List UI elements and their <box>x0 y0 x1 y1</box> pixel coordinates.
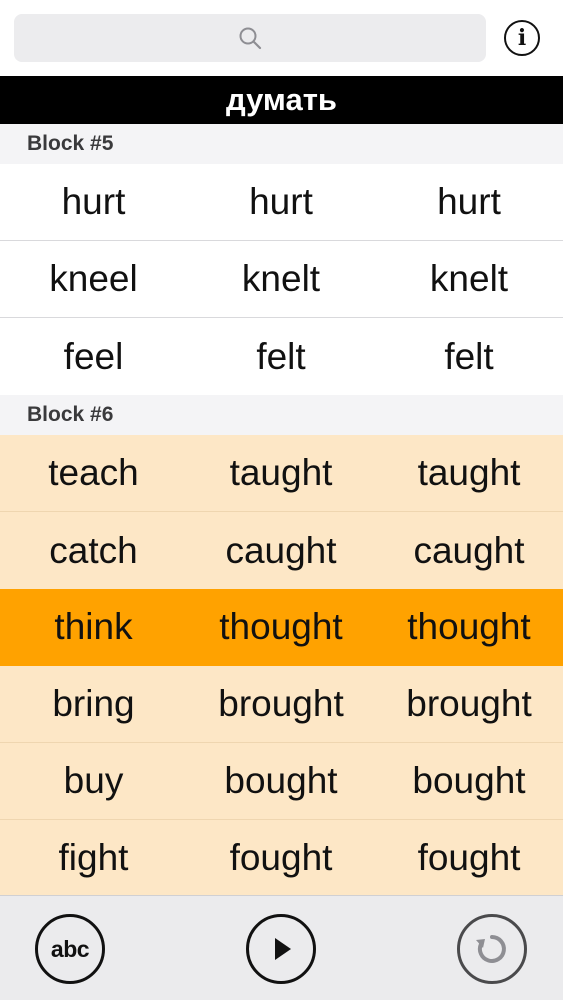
abc-label: abc <box>50 935 90 962</box>
table-row[interactable]: kneel knelt knelt <box>0 241 563 318</box>
section-label: Block #6 <box>27 403 114 426</box>
verb-past-participle: fought <box>417 837 521 878</box>
section-header-block-6: Block #6 <box>0 395 563 435</box>
table-row[interactable]: fight fought fought <box>0 820 563 897</box>
word-title: думать <box>0 76 563 124</box>
verb-infinitive: catch <box>49 529 138 571</box>
verb-infinitive: hurt <box>61 181 126 222</box>
table-row[interactable]: teach taught taught <box>0 435 563 512</box>
verb-infinitive: teach <box>48 452 139 493</box>
table-row-selected[interactable]: think thought thought <box>0 589 563 666</box>
reset-icon <box>476 935 506 963</box>
info-icon: i <box>517 25 527 51</box>
verb-past-simple: hurt <box>249 181 313 222</box>
verb-past-simple: bought <box>224 760 338 801</box>
bottom-toolbar: abc <box>0 895 563 1000</box>
verb-past-participle: felt <box>444 335 494 377</box>
verb-past-participle: hurt <box>437 181 501 222</box>
verb-past-participle: taught <box>417 452 521 493</box>
play-icon <box>275 938 291 960</box>
table-row[interactable]: bring brought brought <box>0 666 563 743</box>
verb-past-simple: felt <box>256 335 306 377</box>
verb-list: Block #5 hurt hurt hurt kneel knelt knel… <box>0 124 563 897</box>
verb-infinitive: buy <box>63 760 124 801</box>
table-row[interactable]: hurt hurt hurt <box>0 164 563 241</box>
verb-past-simple: caught <box>225 529 337 571</box>
verb-infinitive: kneel <box>49 258 138 299</box>
verb-past-simple: thought <box>219 606 343 647</box>
table-row[interactable]: buy bought bought <box>0 743 563 820</box>
verb-past-participle: caught <box>413 529 525 571</box>
verb-past-simple: fought <box>229 837 333 878</box>
table-row[interactable]: feel felt felt <box>0 318 563 395</box>
verb-past-participle: bought <box>412 760 526 801</box>
verb-past-simple: knelt <box>241 258 321 299</box>
reset-button[interactable] <box>457 914 527 984</box>
page-title: думать <box>226 82 337 117</box>
info-button[interactable]: i <box>504 20 540 56</box>
search-input[interactable] <box>14 14 490 64</box>
table-row[interactable]: catch caught caught <box>0 512 563 589</box>
verb-infinitive: fight <box>58 837 129 878</box>
section-label: Block #5 <box>27 132 114 155</box>
abc-button[interactable]: abc <box>35 914 105 984</box>
verb-infinitive: feel <box>63 335 124 377</box>
play-button[interactable] <box>246 914 316 984</box>
section-header-block-5: Block #5 <box>0 124 563 164</box>
verb-infinitive: bring <box>52 683 135 724</box>
verb-past-simple: brought <box>218 683 344 724</box>
search-field[interactable] <box>14 14 490 64</box>
verb-past-participle: knelt <box>429 258 509 299</box>
verb-past-participle: brought <box>406 683 532 724</box>
verb-past-participle: thought <box>407 606 531 647</box>
verb-infinitive: think <box>54 606 133 647</box>
top-bar: i <box>0 0 563 76</box>
verb-past-simple: taught <box>229 452 333 493</box>
